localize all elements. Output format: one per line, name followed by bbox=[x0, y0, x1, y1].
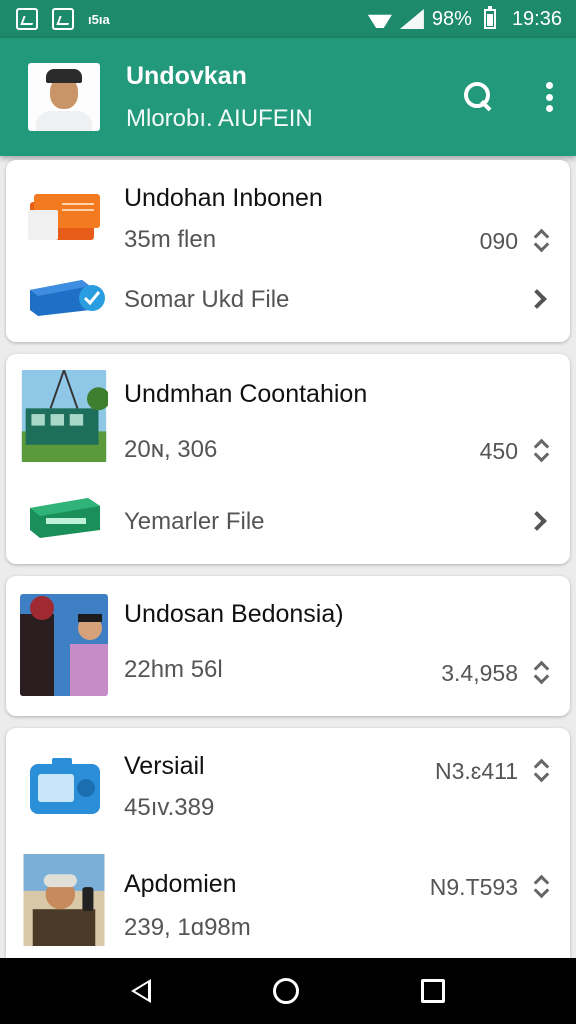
orange-folder-icon bbox=[28, 194, 100, 240]
signal-icon bbox=[399, 9, 424, 29]
recents-icon[interactable] bbox=[421, 979, 445, 1003]
file-card[interactable]: Undmhan Coontahion 20ɴ, 306 450 Yemarler… bbox=[6, 354, 570, 564]
blue-device-icon bbox=[30, 758, 100, 814]
list-item-count: N3.ɛ411 bbox=[434, 758, 518, 784]
list-item-count: N9.T593 bbox=[429, 874, 518, 900]
list-item-subtitle: 35m flen bbox=[124, 226, 217, 253]
list-item[interactable]: Versiail 45ıv.389 N3.ɛ411 bbox=[6, 728, 570, 844]
people-photo bbox=[20, 594, 108, 696]
list-item-subtitle: 20ɴ, 306 bbox=[124, 436, 218, 463]
list-item-subtitle: Yemarler File bbox=[124, 508, 265, 535]
file-card[interactable]: Undosan Bedonsia) 22hm 56l 3.4,958 bbox=[6, 576, 570, 716]
battery-icon bbox=[483, 6, 496, 29]
list-item-subtitle: Somar Ukd File bbox=[124, 286, 290, 313]
app-bar: Undovkan Mlorobı. AIUFEIN bbox=[0, 38, 576, 156]
list-item-subtitle: 45ıv.389 bbox=[124, 794, 215, 821]
chevron-right-icon[interactable] bbox=[527, 289, 547, 309]
list-item-count: 090 bbox=[479, 228, 518, 254]
clock: 19:36 bbox=[511, 7, 562, 30]
list-item-count: 3.4,958 bbox=[441, 660, 518, 686]
list-item-title: Undmhan Coontahion bbox=[124, 380, 368, 408]
list-item-count: 450 bbox=[479, 438, 518, 464]
file-card[interactable]: Undohan Inbonen 35m flen 090 Somar Ukd F… bbox=[6, 160, 570, 342]
wifi-icon bbox=[368, 10, 392, 28]
list-item[interactable]: Somar Ukd File bbox=[6, 270, 570, 342]
avatar[interactable] bbox=[28, 63, 100, 131]
status-bar: ı5ıa 98% 19:36 bbox=[0, 0, 576, 38]
chevron-right-icon[interactable] bbox=[527, 511, 547, 531]
app-subtitle: Mlorobı. AIUFEIN bbox=[126, 104, 313, 132]
home-icon[interactable] bbox=[273, 978, 299, 1004]
system-nav-bar bbox=[0, 958, 576, 1024]
list-item[interactable]: Undmhan Coontahion 20ɴ, 306 450 bbox=[6, 354, 570, 474]
list-item-title: Apdomien bbox=[124, 870, 237, 898]
list-item[interactable]: Apdomien 239, 1ɑ98m N9.T593 bbox=[6, 844, 570, 968]
search-icon[interactable] bbox=[464, 82, 494, 112]
green-box-icon bbox=[30, 498, 100, 538]
status-text: ı5ıa bbox=[88, 11, 110, 27]
sort-icon[interactable] bbox=[534, 440, 548, 462]
file-card[interactable]: Versiail 45ıv.389 N3.ɛ411 Apdomien 239, … bbox=[6, 728, 570, 968]
list-item-title: Undosan Bedonsia) bbox=[124, 600, 344, 628]
sort-icon[interactable] bbox=[534, 662, 548, 684]
list-item-subtitle: 239, 1ɑ98m bbox=[124, 914, 251, 941]
back-icon[interactable] bbox=[131, 979, 151, 1003]
sort-icon[interactable] bbox=[534, 230, 548, 252]
image-icon bbox=[16, 8, 38, 30]
blue-box-check-icon bbox=[30, 280, 105, 316]
list-item-title: Undohan Inbonen bbox=[124, 184, 323, 212]
battery-percent: 98% bbox=[431, 7, 472, 30]
app-title: Undovkan bbox=[126, 61, 247, 90]
list-item[interactable]: Undosan Bedonsia) 22hm 56l 3.4,958 bbox=[6, 576, 570, 716]
train-photo bbox=[21, 370, 108, 462]
sort-icon[interactable] bbox=[534, 876, 548, 898]
list-item-subtitle: 22hm 56l bbox=[124, 656, 223, 683]
list-item[interactable]: Yemarler File bbox=[6, 474, 570, 564]
image-icon bbox=[52, 8, 74, 30]
person-photo bbox=[23, 854, 105, 946]
more-vert-icon[interactable] bbox=[544, 82, 554, 112]
sort-icon[interactable] bbox=[534, 760, 548, 782]
list-item[interactable]: Undohan Inbonen 35m flen 090 bbox=[6, 160, 570, 270]
list-item-title: Versiail bbox=[124, 752, 205, 780]
